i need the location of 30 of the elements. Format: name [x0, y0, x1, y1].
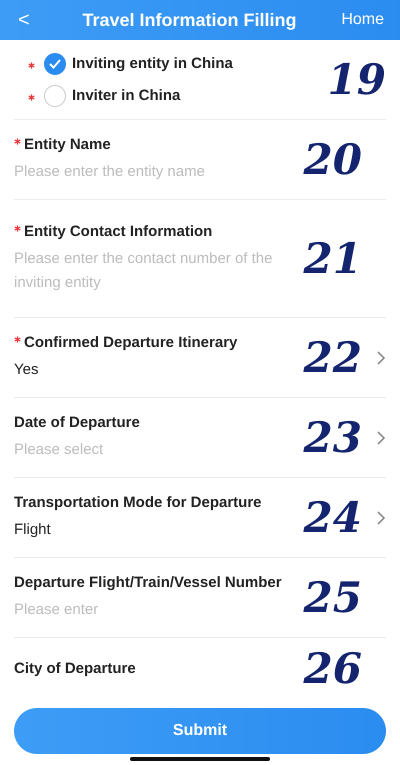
check-icon — [49, 58, 61, 68]
input-field[interactable]: Please select — [14, 438, 294, 462]
radio-label: Inviting entity in China — [72, 55, 233, 72]
field-label: Transportation Mode for Departure — [14, 492, 262, 512]
field-label: Entity Contact Information — [24, 222, 212, 242]
handwritten-number: 21 — [304, 238, 362, 280]
field-label: Entity Name — [24, 134, 111, 154]
handwritten-number: 23 — [304, 416, 362, 458]
field-label: Departure Flight/Train/Vessel Number — [14, 572, 282, 592]
handwritten-number: 26 — [304, 648, 362, 690]
input-field[interactable]: Please enter the entity name — [14, 160, 294, 184]
handwritten-number: 22 — [304, 336, 362, 378]
input-field[interactable]: Please enter the contact number of the inviting entity — [14, 247, 294, 296]
submit-button[interactable]: Submit — [14, 708, 386, 754]
handwritten-number: 20 — [304, 138, 362, 180]
page-title: Travel Information Filling — [81, 10, 298, 30]
handwritten-number: 24 — [304, 496, 362, 538]
field-value[interactable]: Yes — [14, 358, 294, 382]
field-label: Date of Departure — [14, 412, 140, 432]
home-link[interactable]: Home — [341, 11, 384, 29]
input-field[interactable]: Please enter — [14, 598, 294, 622]
field-label: Confirmed Departure Itinerary — [24, 332, 238, 352]
handwritten-number: 25 — [304, 576, 362, 618]
radio-label: Inviter in China — [72, 87, 180, 104]
field-label: City of Departure — [14, 659, 136, 679]
back-button[interactable]: < — [10, 8, 38, 32]
radio-button[interactable] — [44, 52, 66, 74]
radio-button[interactable] — [44, 84, 66, 106]
field-value[interactable]: Flight — [14, 518, 294, 542]
handwritten-number: 19 — [328, 58, 386, 100]
